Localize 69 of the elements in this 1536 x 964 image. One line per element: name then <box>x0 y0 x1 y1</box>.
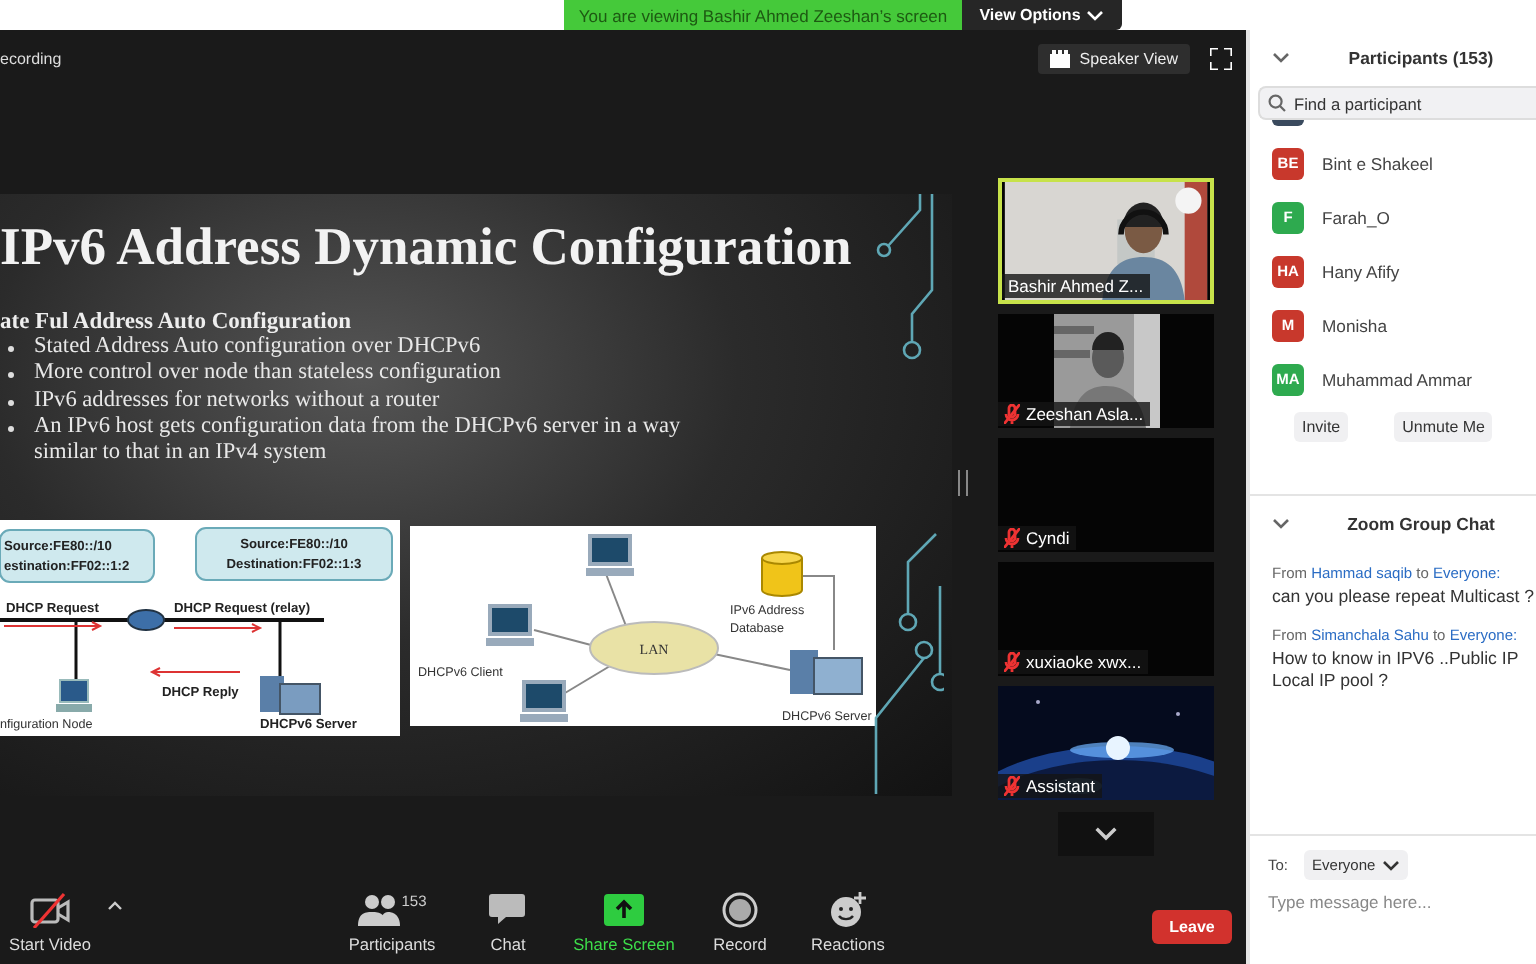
server-icon <box>790 650 863 696</box>
participant-name: Bint e Shakeel <box>1322 153 1433 173</box>
connector-line <box>713 653 791 672</box>
participant-name: Zeeshan Asla... <box>1026 404 1144 424</box>
slide-title: IPv6 Address Dynamic Configuration <box>0 216 854 278</box>
bullet-text: More control over node than stateless configuration <box>34 360 501 388</box>
computer-icon <box>486 604 534 647</box>
people-icon <box>357 892 400 928</box>
fullscreen-icon[interactable] <box>1210 47 1232 69</box>
caret-icon <box>107 900 121 910</box>
computer-icon <box>586 534 634 577</box>
participant-name: Cyndi <box>1026 528 1070 548</box>
participant-name: Hany Afify <box>1322 261 1400 281</box>
message-text: How to know in IPV6 ..Public IP <box>1272 648 1521 670</box>
reactions-button[interactable]: Reactions <box>794 892 902 954</box>
grid-icon <box>1049 49 1070 67</box>
panel-button[interactable]: Invite <box>1294 412 1349 442</box>
message-text: Local IP pool ? <box>1272 670 1391 692</box>
bullet-icon <box>8 346 14 352</box>
arrow <box>3 621 103 632</box>
lan-ellipse <box>589 621 719 676</box>
arrow <box>173 623 263 634</box>
server-icon <box>260 676 321 716</box>
resize-handle[interactable] <box>958 470 968 496</box>
computer-icon <box>56 679 92 713</box>
bullet-icon <box>8 425 14 432</box>
panel-title: Participants (153) <box>1346 48 1496 68</box>
chevron-icon <box>1094 826 1118 842</box>
caret-icon <box>1381 859 1400 871</box>
panel-title: Zoom Group Chat <box>1345 514 1497 534</box>
avatar <box>1272 120 1304 126</box>
participant-name: Assistant <box>1026 776 1095 796</box>
panel-button[interactable]: Unmute Me <box>1394 412 1493 442</box>
participant-name: Bashir Ahmed Z... <box>1008 276 1144 296</box>
database-icon <box>761 551 803 598</box>
recording-label: ecording <box>0 49 62 67</box>
collapse-icon <box>1272 52 1290 64</box>
participant-name: Farah_O <box>1322 207 1390 227</box>
slide-heading: ate Ful Address Auto Configuration <box>0 310 354 334</box>
video-button[interactable]: Start Video <box>0 892 100 954</box>
caret-icon <box>1086 9 1105 21</box>
bullet-icon <box>8 399 14 406</box>
participant-name: Muhammad Ammar <box>1322 369 1472 389</box>
computer-icon <box>520 680 568 723</box>
search-icon <box>1268 94 1286 112</box>
collapse-icon <box>1272 518 1290 530</box>
bullet-text: Stated Address Auto configuration over DHCPv6 <box>34 334 481 361</box>
participant-name: Monisha <box>1322 315 1387 335</box>
connector-line <box>278 620 282 677</box>
bullet-text: IPv6 addresses for networks without a router <box>34 387 440 414</box>
video-off-icon <box>29 892 71 928</box>
arrow <box>149 667 241 678</box>
leave-button[interactable]: Leave <box>1152 910 1232 944</box>
record-icon <box>719 892 761 928</box>
message-text: can you please repeat Multicast ? <box>1272 586 1536 608</box>
connector-line <box>74 620 78 681</box>
bullet-text: An IPv6 host gets configuration data from the DHCPv6 server in a way similar to that in an IPv4 system <box>34 413 683 467</box>
smiley-icon <box>827 892 869 928</box>
viewing-banner: You are viewing Bashir Ahmed Zeeshan’s screen <box>564 0 962 30</box>
speaker-view-button[interactable]: Speaker View <box>1037 43 1190 73</box>
search-field[interactable]: Find a participant <box>1258 86 1536 120</box>
view-options-button[interactable]: View Options <box>962 0 1122 30</box>
bullet-icon <box>8 372 14 379</box>
scroll-down-button[interactable] <box>1058 812 1154 856</box>
share-button[interactable]: Share Screen <box>562 892 686 954</box>
participant-name: xuxiaoke xwx... <box>1026 652 1142 672</box>
chat-bubble-icon <box>487 892 529 928</box>
record-button[interactable]: Record <box>686 892 794 954</box>
chat-button[interactable]: Chat <box>454 892 562 954</box>
